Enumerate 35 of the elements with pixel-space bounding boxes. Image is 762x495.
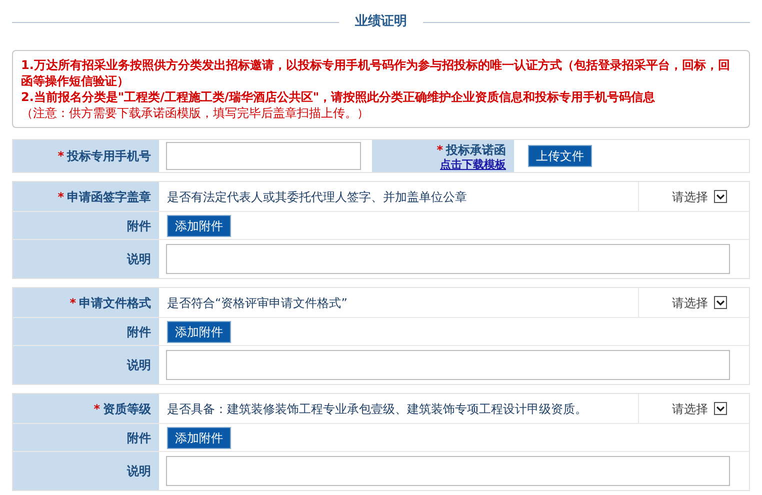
field-label: 说明	[127, 251, 151, 268]
select-dropdown[interactable]: 请选择	[639, 182, 749, 211]
field-label: 投标专用手机号	[67, 148, 151, 165]
notice-note: （注意：供方需要下载承诺函模版，填写完毕后盖章扫描上传。）	[21, 105, 370, 121]
add-attachment-button[interactable]: 添加附件	[167, 214, 231, 236]
question-text: 是否具备：建筑装修装饰工程专业承包壹级、建筑装饰专项工程设计甲级资质。	[159, 394, 639, 423]
required-mark: *	[58, 148, 64, 165]
question-text: 是否有法定代表人或其委托代理人签字、并加盖单位公章	[159, 182, 639, 211]
notice-text: 2.当前报名分类是"工程类/工程施工类/瑞华酒店公共区"，请按照此分类正确维护企业资质信息和投标专用手机号码信息	[21, 89, 656, 105]
add-attachment-button[interactable]: 添加附件	[167, 320, 231, 342]
field-label: 附件	[127, 324, 151, 340]
select-dropdown[interactable]: 请选择	[639, 288, 749, 317]
required-mark: *	[58, 188, 64, 206]
field-label: 说明	[127, 357, 151, 374]
field-label: 附件	[127, 218, 151, 234]
field-label: 申请函签字盖章	[67, 188, 151, 206]
field-label: 说明	[127, 463, 151, 480]
field-label: 申请文件格式	[79, 294, 151, 312]
description-input[interactable]	[166, 456, 730, 486]
field-label: 资质等级	[103, 400, 151, 418]
phone-input[interactable]	[166, 142, 361, 170]
description-input[interactable]	[166, 350, 730, 380]
description-input[interactable]	[166, 244, 730, 274]
download-template-link[interactable]: 点击下载模板	[440, 159, 506, 171]
field-label: 投标承诺函	[446, 142, 506, 158]
select-dropdown[interactable]: 请选择	[639, 394, 749, 423]
upload-button[interactable]: 上传文件	[528, 145, 592, 167]
section-title: 业绩证明	[355, 13, 407, 32]
required-mark: *	[70, 294, 76, 312]
question-text: 是否符合“资格评审申请文件格式”	[159, 288, 639, 317]
field-label: 附件	[127, 430, 151, 446]
required-mark: *	[94, 400, 100, 418]
required-mark: *	[436, 142, 443, 158]
add-attachment-button[interactable]: 添加附件	[167, 426, 231, 448]
notice-text: 1.万达所有招采业务按照供方分类发出招标邀请，以投标专用手机号码作为参与招投标的唯一认证方式（包括登录招采平台，回标，回函等操作短信验证）	[21, 57, 731, 89]
